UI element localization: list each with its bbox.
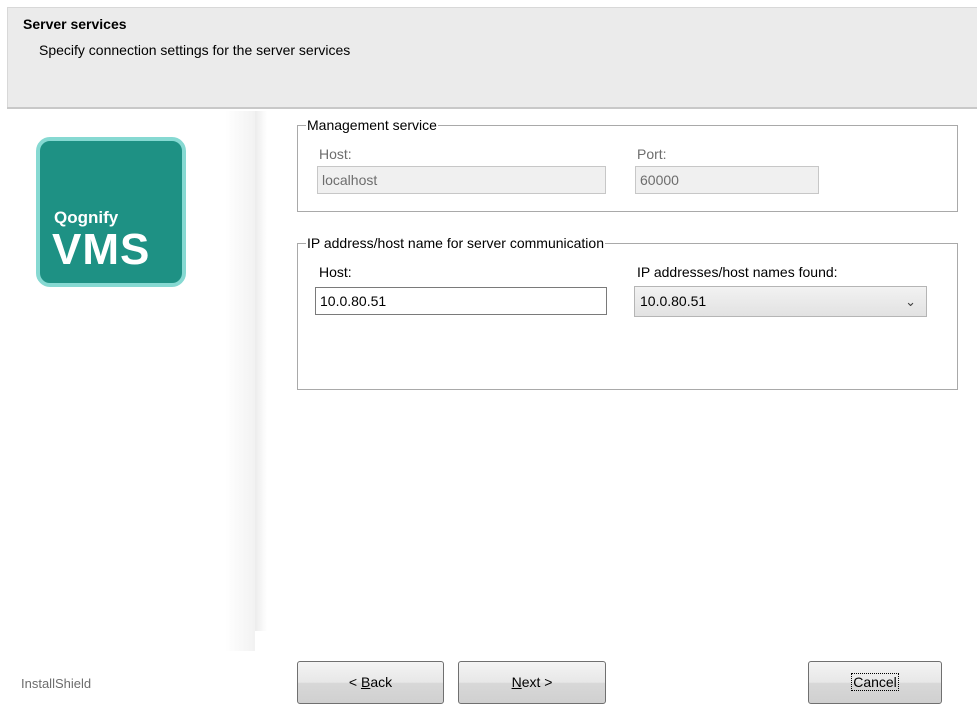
found-addresses-label: IP addresses/host names found:: [637, 264, 838, 280]
mgmt-port-label: Port:: [637, 146, 667, 162]
comm-host-label: Host:: [319, 264, 352, 280]
page-title: Server services: [23, 16, 127, 32]
cancel-button[interactable]: Cancel: [808, 661, 942, 704]
next-button[interactable]: Next >: [458, 661, 606, 704]
mgmt-port-field: 60000: [635, 166, 819, 194]
side-panel-shadow: [255, 111, 267, 631]
found-addresses-selected: 10.0.80.51: [640, 293, 707, 309]
comm-host-input[interactable]: 10.0.80.51: [315, 287, 607, 315]
server-communication-legend: IP address/host name for server communic…: [307, 235, 604, 251]
page-subtitle: Specify connection settings for the serv…: [39, 42, 351, 58]
product-logo: Qognify VMS: [36, 137, 186, 287]
header-divider: [7, 107, 977, 110]
mgmt-host-label: Host:: [319, 146, 352, 162]
back-button[interactable]: < Back: [297, 661, 444, 704]
found-addresses-dropdown[interactable]: 10.0.80.51 ⌄: [634, 286, 927, 317]
management-service-legend: Management service: [307, 117, 437, 133]
management-service-group: Management service: [297, 117, 958, 212]
installshield-brand: InstallShield: [21, 676, 92, 691]
mgmt-host-field: localhost: [317, 166, 606, 194]
chevron-down-icon[interactable]: ⌄: [905, 287, 916, 316]
logo-product-text: VMS: [52, 225, 151, 274]
